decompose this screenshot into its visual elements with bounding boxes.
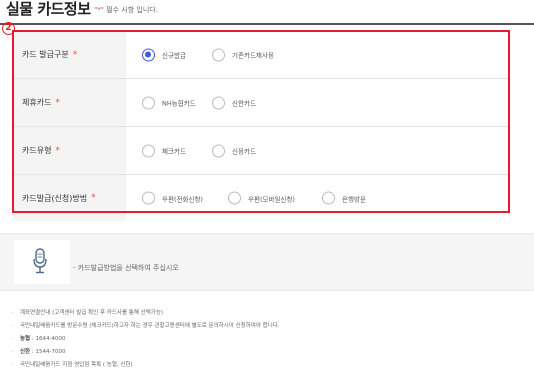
info-item: 국민내일배움카드를 방문수령 (체크카드)하고자 하는 경우 관할고용센터에 별… — [12, 320, 280, 333]
title-divider — [0, 23, 534, 25]
page-title: 실물 카드정보 — [6, 0, 91, 18]
required-note-quote-close: " — [100, 6, 104, 14]
info-bank-name: 농협 — [20, 336, 31, 342]
info-item: 농협 : 1644-4000 — [12, 333, 280, 346]
microphone-icon — [33, 248, 47, 278]
info-bank-name: 신한 — [20, 349, 31, 355]
info-item[interactable]: 국민내일배움카드 지점 영업점 목록 ( 농협, 신한) — [12, 359, 280, 372]
info-phone: : 1644-4000 — [30, 336, 66, 342]
info-notice-list: 계좌연결안내 (고객센터 발급 확인 후 카드사를 통해 선택가능) 국민내일배… — [12, 307, 280, 372]
info-text: 계좌연결안내 (고객센터 발급 확인 후 카드사를 통해 선택가능) — [20, 310, 164, 316]
highlight-annotation-box — [12, 30, 510, 213]
voice-guide-panel — [0, 233, 534, 291]
info-item: 신한 : 1544-7000 — [12, 346, 280, 359]
info-link-text[interactable]: 국민내일배움카드 지점 영업점 목록 ( 농협, 신한) — [20, 362, 133, 368]
required-note-text: 필수 사항 입니다. — [106, 6, 158, 14]
info-text: 국민내일배움카드를 방문수령 (체크카드)하고자 하는 경우 관할고용센터에 별… — [20, 323, 280, 329]
required-note: "*" 필수 사항 입니다. — [94, 5, 158, 15]
info-phone: : 1544-7000 — [30, 349, 66, 355]
info-item: 계좌연결안내 (고객센터 발급 확인 후 카드사를 통해 선택가능) — [12, 307, 280, 320]
voice-guide-text: - 카드발급방법을 선택하여 주십시오 — [73, 264, 179, 272]
